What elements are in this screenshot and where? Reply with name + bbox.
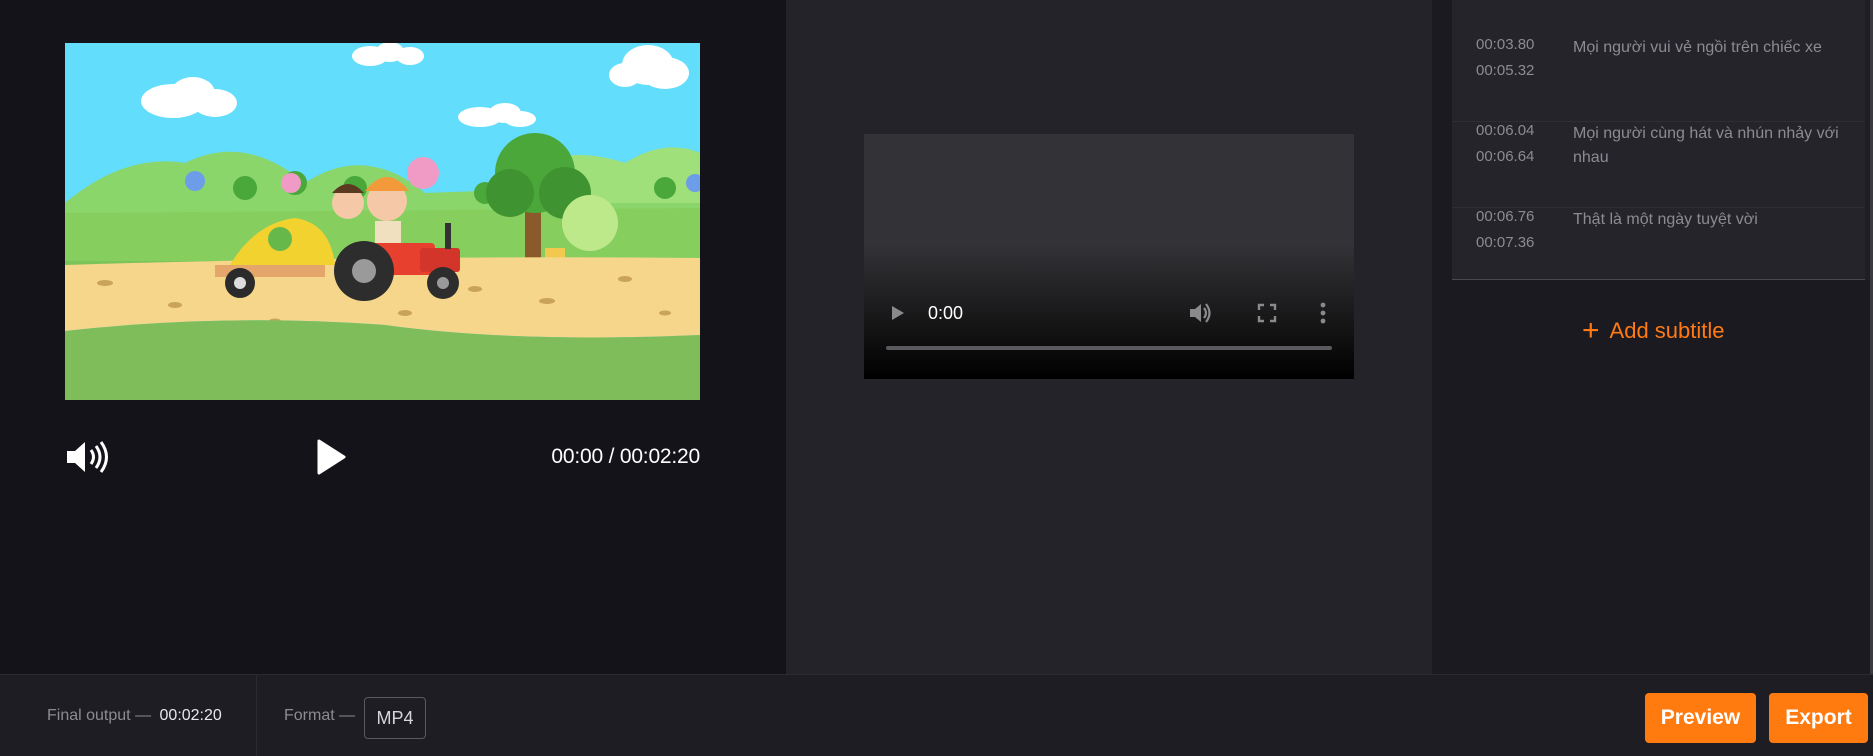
play-icon[interactable] [890,304,906,322]
format-label: Format [284,707,335,724]
add-subtitle-label: Add subtitle [1609,318,1725,343]
final-output-info: Final output — 00:02:20 [47,707,222,725]
subtitle-text[interactable]: Mọi người cùng hát và nhún nhảy với nhau [1573,122,1851,170]
final-output-dash: — [135,707,152,724]
preview-video-player[interactable]: 0:00 [864,134,1354,379]
plus-icon: + [1582,314,1600,347]
format-dash: — [339,707,356,724]
volume-icon[interactable] [65,438,111,476]
footer-bar: Final output — 00:02:20 Format — MP4 Pre… [0,674,1873,756]
preview-button[interactable]: Preview [1645,693,1756,743]
format-info: Format — [284,707,355,725]
format-select[interactable]: MP4 [364,697,426,739]
subtitle-end-time[interactable]: 00:05.32 [1476,62,1534,79]
video-editor-app: 00:00 / 00:02:20 0:00 00:03.80 00:05.32 … [0,0,1873,756]
editor-panel: 00:00 / 00:02:20 [0,0,786,674]
subtitle-end-time[interactable]: 00:07.36 [1476,234,1534,251]
footer-divider [256,675,257,756]
export-button[interactable]: Export [1769,693,1868,743]
subtitle-end-time[interactable]: 00:06.64 [1476,148,1534,165]
final-output-value: 00:02:20 [159,707,222,724]
subtitle-text[interactable]: Thật là một ngày tuyệt vời [1573,208,1851,232]
subtitle-row[interactable]: 00:06.76 00:07.36 Thật là một ngày tuyệt… [1452,208,1873,294]
subtitle-panel: 00:03.80 00:05.32 Mọi người vui vẻ ngồi … [1432,0,1873,674]
subtitle-row[interactable]: 00:06.04 00:06.64 Mọi người cùng hát và … [1452,122,1873,208]
more-vertical-icon[interactable] [1320,302,1326,324]
subtitle-start-time[interactable]: 00:03.80 [1476,36,1534,53]
subtitle-start-time[interactable]: 00:06.76 [1476,208,1534,225]
subtitle-list: 00:03.80 00:05.32 Mọi người vui vẻ ngồi … [1452,0,1873,280]
preview-time: 0:00 [928,303,964,323]
preview-panel: 0:00 [786,0,1432,674]
subtitle-row[interactable]: 00:03.80 00:05.32 Mọi người vui vẻ ngồi … [1452,36,1873,122]
preview-progress-bar[interactable] [886,346,1332,350]
cartoon-video-frame [65,43,700,400]
subtitle-text[interactable]: Mọi người vui vẻ ngồi trên chiếc xe [1573,36,1851,60]
volume-icon[interactable] [1188,302,1212,324]
play-icon[interactable] [313,438,349,476]
time-readout: 00:00 / 00:02:20 [551,445,700,468]
fullscreen-icon[interactable] [1257,303,1277,323]
final-output-label: Final output [47,707,131,724]
add-subtitle-button[interactable]: + Add subtitle [1582,314,1725,347]
player-controls: 00:00 / 00:02:20 [65,432,700,482]
video-frame[interactable] [65,43,700,400]
subtitle-start-time[interactable]: 00:06.04 [1476,122,1534,139]
